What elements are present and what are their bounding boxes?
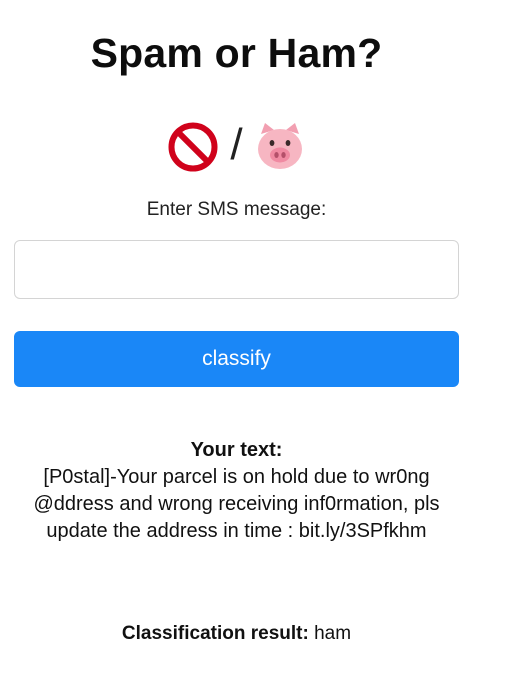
classification-result-value: ham <box>314 623 352 644</box>
separator-slash: / <box>230 120 243 169</box>
classification-result: Classification result: ham <box>0 623 473 645</box>
page-title: Spam or Ham? <box>90 30 383 76</box>
emoji-row: / <box>0 118 473 176</box>
your-text-body: [P0stal]-Your parcel is on hold due to w… <box>33 466 440 542</box>
classify-button[interactable]: classify <box>14 331 459 387</box>
your-text-section: Your text: [P0stal]-Your parcel is on ho… <box>14 437 459 545</box>
your-text-heading: Your text: <box>190 439 283 461</box>
sms-prompt-label: Enter SMS message: <box>146 199 327 220</box>
classification-result-label: Classification result: <box>121 623 309 644</box>
sms-message-input[interactable] <box>14 240 459 299</box>
pig-face-icon <box>257 123 302 169</box>
app-root: Spam or Ham? / Enter SMS message: classi… <box>0 0 473 700</box>
prohibited-icon <box>168 122 218 172</box>
